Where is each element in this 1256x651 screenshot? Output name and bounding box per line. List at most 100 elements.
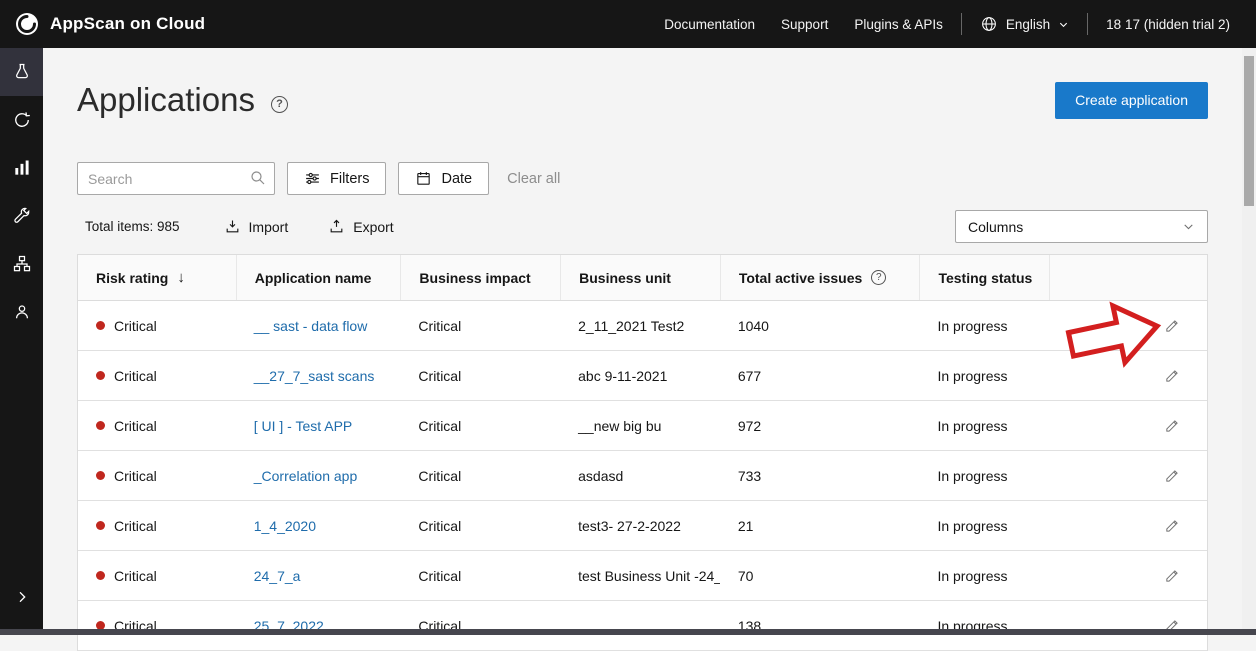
- vertical-scrollbar[interactable]: [1242, 48, 1256, 635]
- risk-label: Critical: [114, 468, 157, 484]
- main-content: Applications ? Create application Filter…: [43, 48, 1256, 635]
- scrollbar-thumb[interactable]: [1244, 56, 1254, 206]
- business-unit-cell: asdasd: [560, 468, 720, 484]
- header-label: Business impact: [419, 270, 530, 286]
- table-row: Critical __ sast - data flow Critical 2_…: [78, 301, 1207, 351]
- language-label: English: [1006, 17, 1050, 32]
- clear-all-button[interactable]: Clear all: [507, 171, 560, 187]
- risk-label: Critical: [114, 318, 157, 334]
- business-impact-cell: Critical: [400, 518, 560, 534]
- risk-rating-cell: Critical: [78, 418, 236, 434]
- header-business-impact[interactable]: Business impact: [400, 255, 560, 300]
- account-label[interactable]: 18 17 (hidden trial 2): [1106, 17, 1230, 32]
- appscan-logo-icon: [14, 11, 40, 37]
- export-label: Export: [353, 219, 393, 235]
- application-link[interactable]: 24_7_a: [254, 568, 301, 584]
- import-button[interactable]: Import: [224, 218, 289, 235]
- sidebar-item-applications[interactable]: [0, 48, 43, 96]
- issues-cell: 972: [720, 418, 920, 434]
- search-box: [77, 162, 275, 195]
- user-icon: [12, 302, 32, 322]
- chevron-down-icon: [1182, 220, 1195, 233]
- header-label: Application name: [255, 270, 372, 286]
- filter-sliders-icon: [304, 170, 321, 187]
- critical-dot-icon: [96, 521, 105, 530]
- risk-rating-cell: Critical: [78, 568, 236, 584]
- issues-help-icon[interactable]: ?: [871, 270, 886, 285]
- table-row: Critical [ UI ] - Test APP Critical __ne…: [78, 401, 1207, 451]
- header-testing-status[interactable]: Testing status: [919, 255, 1049, 300]
- business-impact-cell: Critical: [400, 318, 560, 334]
- export-button[interactable]: Export: [328, 218, 393, 235]
- sidebar-item-scans[interactable]: [0, 96, 43, 144]
- status-cell: In progress: [919, 518, 1049, 534]
- chevron-down-icon: [1058, 19, 1069, 30]
- application-link[interactable]: [ UI ] - Test APP: [254, 418, 353, 434]
- applications-table: Risk rating ↓ Application name Business …: [77, 254, 1208, 651]
- sidebar: [0, 48, 43, 635]
- create-application-button[interactable]: Create application: [1055, 82, 1208, 119]
- edit-pencil-icon[interactable]: [1164, 317, 1181, 334]
- header-actions: [1049, 255, 1207, 300]
- total-items-label: Total items: 985: [85, 219, 180, 234]
- application-link[interactable]: 1_4_2020: [254, 518, 316, 534]
- divider: [961, 13, 962, 35]
- nav-plugins-apis[interactable]: Plugins & APIs: [854, 17, 943, 32]
- edit-pencil-icon[interactable]: [1164, 567, 1181, 584]
- divider: [1087, 13, 1088, 35]
- risk-rating-cell: Critical: [78, 318, 236, 334]
- edit-pencil-icon[interactable]: [1164, 367, 1181, 384]
- sidebar-expand-button[interactable]: [0, 573, 43, 621]
- business-unit-cell: 2_11_2021 Test2: [560, 318, 720, 334]
- import-label: Import: [249, 219, 289, 235]
- application-link[interactable]: __ sast - data flow: [254, 318, 368, 334]
- filters-button[interactable]: Filters: [287, 162, 386, 195]
- sort-descending-icon[interactable]: ↓: [177, 269, 185, 286]
- nav-support[interactable]: Support: [781, 17, 828, 32]
- status-cell: In progress: [919, 418, 1049, 434]
- application-link[interactable]: __27_7_sast scans: [254, 368, 375, 384]
- date-button[interactable]: Date: [398, 162, 489, 195]
- issues-cell: 21: [720, 518, 920, 534]
- edit-pencil-icon[interactable]: [1164, 417, 1181, 434]
- header-total-active-issues[interactable]: Total active issues ?: [720, 255, 920, 300]
- risk-label: Critical: [114, 368, 157, 384]
- sidebar-item-organization[interactable]: [0, 240, 43, 288]
- import-icon: [224, 218, 241, 235]
- critical-dot-icon: [96, 421, 105, 430]
- application-link[interactable]: _Correlation app: [254, 468, 358, 484]
- brand-title: AppScan on Cloud: [50, 14, 205, 34]
- business-unit-cell: __new big bu: [560, 418, 720, 434]
- header-label: Testing status: [938, 270, 1032, 286]
- business-impact-cell: Critical: [400, 568, 560, 584]
- window-bottom-edge: [0, 629, 1256, 635]
- bar-chart-icon: [12, 158, 32, 178]
- header-business-unit[interactable]: Business unit: [560, 255, 720, 300]
- business-impact-cell: Critical: [400, 368, 560, 384]
- export-icon: [328, 218, 345, 235]
- business-unit-cell: test Business Unit -24_: [560, 568, 720, 584]
- header-application-name[interactable]: Application name: [236, 255, 401, 300]
- nav-documentation[interactable]: Documentation: [664, 17, 755, 32]
- columns-dropdown[interactable]: Columns: [955, 210, 1208, 243]
- wrench-icon: [12, 206, 32, 226]
- header-label: Business unit: [579, 270, 671, 286]
- scan-refresh-icon: [12, 110, 32, 130]
- status-cell: In progress: [919, 468, 1049, 484]
- language-selector[interactable]: English: [980, 15, 1069, 33]
- edit-pencil-icon[interactable]: [1164, 517, 1181, 534]
- sidebar-item-reports[interactable]: [0, 144, 43, 192]
- sidebar-item-fix-tools[interactable]: [0, 192, 43, 240]
- globe-icon: [980, 15, 998, 33]
- issues-cell: 733: [720, 468, 920, 484]
- edit-pencil-icon[interactable]: [1164, 467, 1181, 484]
- brand[interactable]: AppScan on Cloud: [0, 11, 205, 37]
- sidebar-item-users[interactable]: [0, 288, 43, 336]
- status-cell: In progress: [919, 318, 1049, 334]
- page-help-icon[interactable]: ?: [271, 96, 288, 113]
- status-cell: In progress: [919, 368, 1049, 384]
- business-unit-cell: abc 9-11-2021: [560, 368, 720, 384]
- header-risk-rating[interactable]: Risk rating ↓: [78, 255, 236, 300]
- search-input[interactable]: [77, 162, 275, 195]
- table-row: Critical __27_7_sast scans Critical abc …: [78, 351, 1207, 401]
